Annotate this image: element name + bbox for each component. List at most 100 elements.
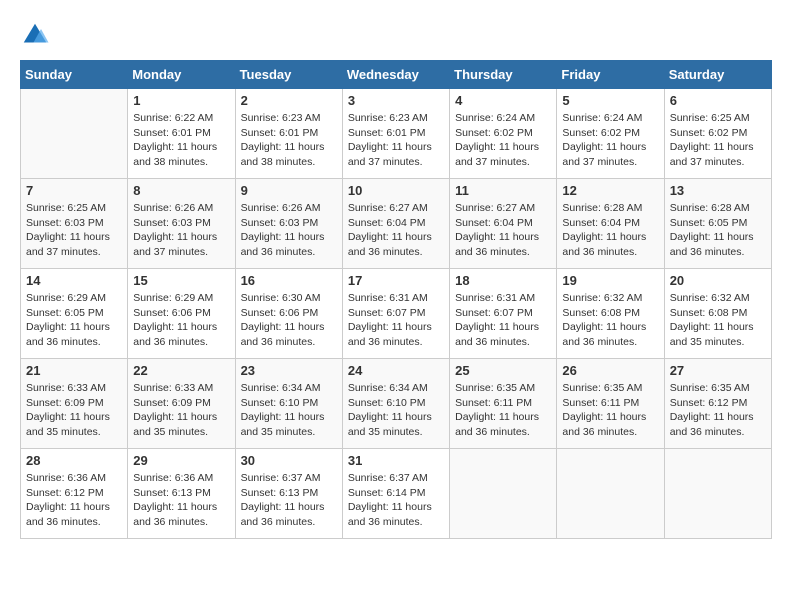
daylight-text: Daylight: 11 hours and 36 minutes. [348,320,444,349]
daylight-text: Daylight: 11 hours and 36 minutes. [670,230,766,259]
day-number: 8 [133,183,229,198]
day-info: Sunrise: 6:30 AMSunset: 6:06 PMDaylight:… [241,291,337,350]
day-info: Sunrise: 6:32 AMSunset: 6:08 PMDaylight:… [562,291,658,350]
day-number: 16 [241,273,337,288]
day-number: 28 [26,453,122,468]
calendar-cell: 6 Sunrise: 6:25 AMSunset: 6:02 PMDaylight… [664,89,771,179]
calendar-cell [557,449,664,539]
sunrise-text: Sunrise: 6:31 AM [348,291,444,306]
day-info: Sunrise: 6:31 AMSunset: 6:07 PMDaylight:… [348,291,444,350]
day-number: 3 [348,93,444,108]
sunrise-text: Sunrise: 6:25 AM [670,111,766,126]
day-number: 18 [455,273,551,288]
calendar-cell: 31Sunrise: 6:37 AMSunset: 6:14 PMDayligh… [342,449,449,539]
day-info: Sunrise: 6:29 AMSunset: 6:06 PMDaylight:… [133,291,229,350]
sunrise-text: Sunrise: 6:35 AM [562,381,658,396]
sunrise-text: Sunrise: 6:27 AM [455,201,551,216]
sunset-text: Sunset: 6:09 PM [26,396,122,411]
day-info: Sunrise: 6:22 AMSunset: 6:01 PMDaylight:… [133,111,229,170]
sunset-text: Sunset: 6:05 PM [670,216,766,231]
day-number: 11 [455,183,551,198]
day-info: Sunrise: 6:24 AMSunset: 6:02 PMDaylight:… [455,111,551,170]
sunset-text: Sunset: 6:12 PM [670,396,766,411]
sunset-text: Sunset: 6:08 PM [562,306,658,321]
sunset-text: Sunset: 6:10 PM [241,396,337,411]
day-info: Sunrise: 6:33 AMSunset: 6:09 PMDaylight:… [133,381,229,440]
day-info: Sunrise: 6:35 AMSunset: 6:11 PMDaylight:… [455,381,551,440]
calendar-week-row: 7Sunrise: 6:25 AMSunset: 6:03 PMDaylight… [21,179,772,269]
sunset-text: Sunset: 6:06 PM [133,306,229,321]
calendar-cell: 9Sunrise: 6:26 AMSunset: 6:03 PMDaylight… [235,179,342,269]
day-info: Sunrise: 6:27 AMSunset: 6:04 PMDaylight:… [455,201,551,260]
calendar-cell: 20Sunrise: 6:32 AMSunset: 6:08 PMDayligh… [664,269,771,359]
sunrise-text: Sunrise: 6:22 AM [133,111,229,126]
day-info: Sunrise: 6:28 AMSunset: 6:05 PMDaylight:… [670,201,766,260]
daylight-text: Daylight: 11 hours and 35 minutes. [348,410,444,439]
sunrise-text: Sunrise: 6:23 AM [348,111,444,126]
day-info: Sunrise: 6:28 AMSunset: 6:04 PMDaylight:… [562,201,658,260]
calendar-cell: 28Sunrise: 6:36 AMSunset: 6:12 PMDayligh… [21,449,128,539]
day-number: 6 [670,93,766,108]
sunset-text: Sunset: 6:03 PM [133,216,229,231]
sunrise-text: Sunrise: 6:24 AM [562,111,658,126]
day-number: 15 [133,273,229,288]
sunrise-text: Sunrise: 6:36 AM [133,471,229,486]
weekday-header-wednesday: Wednesday [342,61,449,89]
daylight-text: Daylight: 11 hours and 35 minutes. [26,410,122,439]
sunset-text: Sunset: 6:02 PM [562,126,658,141]
calendar-cell [450,449,557,539]
day-number: 1 [133,93,229,108]
day-info: Sunrise: 6:34 AMSunset: 6:10 PMDaylight:… [348,381,444,440]
calendar-cell: 25Sunrise: 6:35 AMSunset: 6:11 PMDayligh… [450,359,557,449]
sunset-text: Sunset: 6:01 PM [348,126,444,141]
day-number: 29 [133,453,229,468]
calendar-cell: 4Sunrise: 6:24 AMSunset: 6:02 PMDaylight… [450,89,557,179]
sunrise-text: Sunrise: 6:23 AM [241,111,337,126]
day-info: Sunrise: 6:34 AMSunset: 6:10 PMDaylight:… [241,381,337,440]
day-info: Sunrise: 6:25 AMSunset: 6:02 PMDaylight:… [670,111,766,170]
logo-icon [20,20,50,50]
calendar-cell: 3Sunrise: 6:23 AMSunset: 6:01 PMDaylight… [342,89,449,179]
sunrise-text: Sunrise: 6:32 AM [670,291,766,306]
day-number: 5 [562,93,658,108]
sunrise-text: Sunrise: 6:37 AM [348,471,444,486]
sunset-text: Sunset: 6:04 PM [455,216,551,231]
daylight-text: Daylight: 11 hours and 36 minutes. [26,320,122,349]
weekday-header-monday: Monday [128,61,235,89]
sunrise-text: Sunrise: 6:32 AM [562,291,658,306]
calendar-table: SundayMondayTuesdayWednesdayThursdayFrid… [20,60,772,539]
day-number: 19 [562,273,658,288]
calendar-cell: 22 Sunrise: 6:33 AMSunset: 6:09 PMDayligh… [128,359,235,449]
calendar-cell: 10Sunrise: 6:27 AMSunset: 6:04 PMDayligh… [342,179,449,269]
calendar-week-row: 14Sunrise: 6:29 AMSunset: 6:05 PMDayligh… [21,269,772,359]
daylight-text: Daylight: 11 hours and 38 minutes. [241,140,337,169]
sunrise-text: Sunrise: 6:33 AM [26,381,122,396]
calendar-cell: 15 Sunrise: 6:29 AMSunset: 6:06 PMDayligh… [128,269,235,359]
day-number: 22 [133,363,229,378]
sunset-text: Sunset: 6:04 PM [348,216,444,231]
sunset-text: Sunset: 6:13 PM [241,486,337,501]
day-info: Sunrise: 6:26 AMSunset: 6:03 PMDaylight:… [241,201,337,260]
calendar-cell: 17 Sunrise: 6:31 AMSunset: 6:07 PMDayligh… [342,269,449,359]
logo [20,20,54,50]
calendar-cell: 18Sunrise: 6:31 AMSunset: 6:07 PMDayligh… [450,269,557,359]
sunset-text: Sunset: 6:05 PM [26,306,122,321]
day-number: 30 [241,453,337,468]
day-number: 17 [348,273,444,288]
day-info: Sunrise: 6:29 AMSunset: 6:05 PMDaylight:… [26,291,122,350]
sunset-text: Sunset: 6:11 PM [562,396,658,411]
weekday-header-tuesday: Tuesday [235,61,342,89]
daylight-text: Daylight: 11 hours and 37 minutes. [133,230,229,259]
sunset-text: Sunset: 6:07 PM [348,306,444,321]
sunset-text: Sunset: 6:02 PM [670,126,766,141]
sunset-text: Sunset: 6:04 PM [562,216,658,231]
sunrise-text: Sunrise: 6:33 AM [133,381,229,396]
sunrise-text: Sunrise: 6:28 AM [670,201,766,216]
sunrise-text: Sunrise: 6:26 AM [241,201,337,216]
calendar-cell: 1 Sunrise: 6:22 AMSunset: 6:01 PMDaylight… [128,89,235,179]
sunrise-text: Sunrise: 6:36 AM [26,471,122,486]
calendar-cell: 12Sunrise: 6:28 AMSunset: 6:04 PMDayligh… [557,179,664,269]
calendar-cell: 11 Sunrise: 6:27 AMSunset: 6:04 PMDayligh… [450,179,557,269]
sunset-text: Sunset: 6:12 PM [26,486,122,501]
weekday-header-row: SundayMondayTuesdayWednesdayThursdayFrid… [21,61,772,89]
